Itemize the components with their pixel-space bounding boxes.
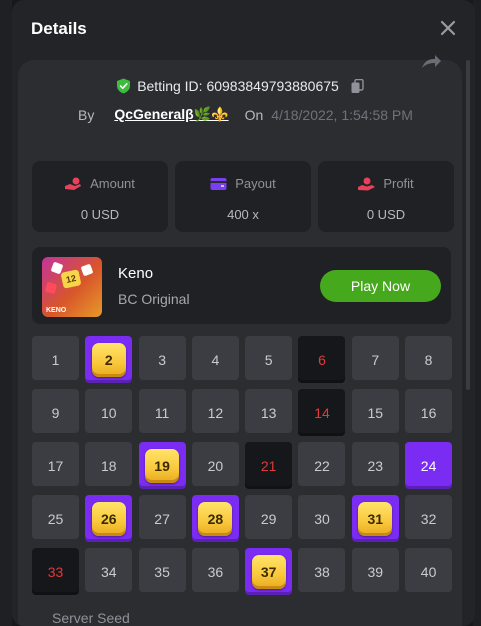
coins-hand-icon xyxy=(65,177,82,190)
stat-amount: Amount 0 USD xyxy=(32,161,168,232)
keno-cell-2: 2 xyxy=(85,336,133,383)
keno-cell-37: 37 xyxy=(245,548,293,595)
stat-payout-label: Payout xyxy=(235,176,276,191)
game-provider: BC Original xyxy=(118,291,190,307)
stat-amount-label: Amount xyxy=(90,176,135,191)
keno-cell-14: 14 xyxy=(298,389,346,436)
keno-cell-29: 29 xyxy=(245,495,293,542)
keno-cell-40: 40 xyxy=(405,548,453,595)
keno-cell-35: 35 xyxy=(138,548,186,595)
hit-gem-icon: 26 xyxy=(91,501,126,536)
keno-cell-30: 30 xyxy=(298,495,346,542)
keno-cell-17: 17 xyxy=(32,442,79,489)
profit-hand-icon xyxy=(358,177,376,190)
scrollbar[interactable] xyxy=(466,60,470,390)
keno-cell-6: 6 xyxy=(298,336,346,383)
keno-cell-16: 16 xyxy=(405,389,453,436)
bet-date: 4/18/2022, 1:54:58 PM xyxy=(271,106,413,123)
keno-cell-12: 12 xyxy=(191,389,239,436)
keno-cell-10: 10 xyxy=(85,389,133,436)
server-seed-label: Server Seed xyxy=(52,610,130,626)
keno-cell-3: 3 xyxy=(138,336,186,383)
stat-payout: Payout 400 x xyxy=(175,161,311,232)
game-card: 12 KENO Keno BC Original Play Now xyxy=(32,247,451,324)
keno-cell-18: 18 xyxy=(85,442,133,489)
on-label: On xyxy=(244,106,264,123)
keno-cell-21: 21 xyxy=(245,442,293,489)
bet-author-row: By QcGeneralβ🌿⚜️ On 4/18/2022, 1:54:58 P… xyxy=(78,106,413,123)
stat-profit-value: 0 USD xyxy=(366,207,406,222)
keno-cell-1: 1 xyxy=(32,336,79,383)
hit-gem-icon: 19 xyxy=(145,448,180,483)
by-label: By xyxy=(78,106,95,123)
verified-shield-icon xyxy=(117,78,131,94)
keno-cell-36: 36 xyxy=(191,548,239,595)
wallet-icon xyxy=(210,177,227,190)
keno-cell-33: 33 xyxy=(32,548,79,595)
hit-gem-icon: 31 xyxy=(358,501,393,536)
keno-thumbnail[interactable]: 12 KENO xyxy=(42,257,102,317)
user-link[interactable]: QcGeneralβ🌿⚜️ xyxy=(114,106,228,123)
keno-cell-27: 27 xyxy=(138,495,186,542)
stat-profit-label: Profit xyxy=(383,176,414,191)
stats-row: Amount 0 USD Payout 400 x Profit 0 USD xyxy=(32,161,454,232)
keno-cell-11: 11 xyxy=(138,389,186,436)
keno-cell-22: 22 xyxy=(298,442,346,489)
modal-header: Details xyxy=(12,0,475,58)
stat-amount-value: 0 USD xyxy=(80,207,120,222)
keno-cell-8: 8 xyxy=(405,336,453,383)
hit-gem-icon: 37 xyxy=(251,554,286,589)
keno-cell-26: 26 xyxy=(85,495,133,542)
stat-payout-value: 400 x xyxy=(227,207,259,222)
keno-cell-23: 23 xyxy=(351,442,399,489)
backdrop-left xyxy=(0,0,12,626)
keno-cell-25: 25 xyxy=(32,495,79,542)
keno-cell-19: 19 xyxy=(138,442,186,489)
keno-cell-39: 39 xyxy=(351,548,399,595)
details-modal: Details Betting ID: 60983849793880675 By… xyxy=(12,0,475,626)
share-icon[interactable] xyxy=(420,54,442,70)
keno-cell-5: 5 xyxy=(245,336,293,383)
stat-profit: Profit 0 USD xyxy=(318,161,454,232)
betting-id: Betting ID: 60983849793880675 xyxy=(137,78,339,94)
keno-cell-24: 24 xyxy=(405,442,453,489)
play-now-button[interactable]: Play Now xyxy=(320,270,441,302)
keno-grid: 1 2 3 4 5 6 7 8 9 10 11 12 13 14 15 16 17 18 19 20 21 22 23 24 2… xyxy=(32,336,453,595)
keno-cell-38: 38 xyxy=(298,548,346,595)
close-icon[interactable] xyxy=(439,19,457,37)
copy-icon[interactable] xyxy=(351,78,364,94)
keno-cell-13: 13 xyxy=(245,389,293,436)
keno-cell-32: 32 xyxy=(405,495,453,542)
keno-cell-34: 34 xyxy=(85,548,133,595)
hit-gem-icon: 2 xyxy=(91,342,126,377)
keno-cell-9: 9 xyxy=(32,389,79,436)
keno-cell-4: 4 xyxy=(191,336,239,383)
keno-cell-7: 7 xyxy=(351,336,399,383)
hit-gem-icon: 28 xyxy=(198,501,233,536)
keno-cell-15: 15 xyxy=(351,389,399,436)
keno-cell-31: 31 xyxy=(351,495,399,542)
keno-cell-28: 28 xyxy=(191,495,239,542)
betting-id-row: Betting ID: 60983849793880675 xyxy=(18,78,462,94)
modal-title: Details xyxy=(31,19,87,38)
bet-detail-panel: Betting ID: 60983849793880675 By QcGener… xyxy=(18,55,462,626)
keno-cell-20: 20 xyxy=(191,442,239,489)
game-name: Keno xyxy=(118,265,154,282)
